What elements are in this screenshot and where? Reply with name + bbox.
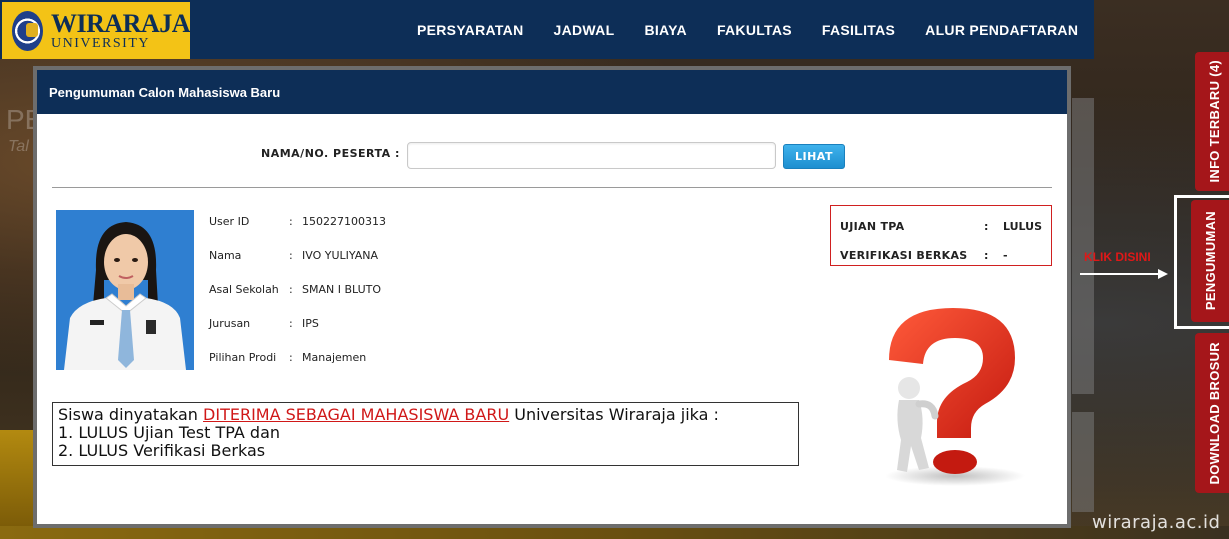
info-value: IVO YULIYANA	[302, 249, 379, 262]
nav-jadwal[interactable]: JADWAL	[539, 22, 630, 38]
status-value: -	[1003, 249, 1008, 262]
notice-line-3: 2. LULUS Verifikasi Berkas	[58, 441, 266, 460]
info-row-pilihan-prodi: Pilihan Prodi : Manajemen	[209, 351, 386, 385]
notice-highlight-link[interactable]: DITERIMA SEBAGAI MAHASISWA BARU	[203, 405, 509, 424]
info-separator: :	[289, 317, 293, 330]
nav-persyaratan[interactable]: PERSYARATAN	[402, 22, 539, 38]
lihat-button[interactable]: LIHAT	[783, 144, 845, 169]
info-separator: :	[289, 283, 293, 296]
info-value: SMAN I BLUTO	[302, 283, 382, 296]
info-row-nama: Nama : IVO YULIYANA	[209, 249, 386, 283]
question-mark-figure-icon	[885, 308, 1025, 486]
info-key: Asal Sekolah	[209, 283, 279, 296]
info-row-asal-sekolah: Asal Sekolah : SMAN I BLUTO	[209, 283, 386, 317]
main-nav: PERSYARATAN JADWAL BIAYA FAKULTAS FASILI…	[402, 0, 1093, 59]
participant-search-input[interactable]	[407, 142, 776, 169]
info-value: IPS	[302, 317, 319, 330]
tab-pengumuman-label: PENGUMUMAN	[1202, 211, 1218, 311]
tab-info-terbaru-label: INFO TERBARU (4)	[1206, 60, 1222, 183]
info-separator: :	[289, 215, 293, 228]
top-navbar: WIRARAJA UNIVERSITY PERSYARATAN JADWAL B…	[0, 0, 1094, 59]
status-value: LULUS	[1003, 220, 1043, 233]
notice-suffix: Universitas Wiraraja jika :	[509, 405, 719, 424]
nav-fakultas[interactable]: FAKULTAS	[702, 22, 807, 38]
status-separator: :	[984, 249, 989, 262]
background-subheading: Tal	[8, 138, 29, 155]
status-row-ujian-tpa: UJIAN TPA : LULUS	[840, 212, 1051, 241]
info-value: Manajemen	[302, 351, 367, 364]
notice-line-2: 1. LULUS Ujian Test TPA dan	[58, 423, 281, 442]
background-banner	[0, 430, 34, 530]
background-panel-lower	[1072, 412, 1094, 512]
info-separator: :	[289, 249, 293, 262]
info-row-jurusan: Jurusan : IPS	[209, 317, 386, 351]
status-box: UJIAN TPA : LULUS VERIFIKASI BERKAS : -	[830, 205, 1052, 266]
site-watermark: wiraraja.ac.id	[1092, 512, 1221, 533]
nav-biaya[interactable]: BIAYA	[629, 22, 702, 38]
tab-info-terbaru[interactable]: INFO TERBARU (4)	[1195, 52, 1229, 191]
status-key: UJIAN TPA	[840, 220, 905, 233]
divider	[52, 187, 1052, 188]
student-photo-image	[56, 210, 194, 370]
university-logo[interactable]: WIRARAJA UNIVERSITY	[2, 2, 191, 59]
student-photo	[56, 210, 194, 370]
modal-title: Pengumuman Calon Mahasiswa Baru	[49, 84, 281, 100]
tab-download-brosur[interactable]: DOWNLOAD BROSUR	[1195, 333, 1229, 493]
nav-alur-pendaftaran[interactable]: ALUR PENDAFTARAN	[910, 22, 1093, 38]
announcement-modal: Pengumuman Calon Mahasiswa Baru NAMA/NO.…	[33, 66, 1071, 528]
nav-fasilitas[interactable]: FASILITAS	[807, 22, 910, 38]
background-panel	[1072, 98, 1094, 394]
tab-download-brosur-label: DOWNLOAD BROSUR	[1206, 341, 1222, 485]
info-key: Jurusan	[209, 317, 251, 330]
klik-disini-callout: KLIK DISINI	[1084, 250, 1151, 264]
notice-line-1: Siswa dinyatakan DITERIMA SEBAGAI MAHASI…	[58, 406, 793, 424]
info-separator: :	[289, 351, 293, 364]
status-row-verifikasi-berkas: VERIFIKASI BERKAS : -	[840, 241, 1051, 270]
info-key: User ID	[209, 215, 250, 228]
logo-name: WIRARAJA	[51, 8, 191, 38]
arrow-right-icon	[1080, 269, 1168, 279]
status-separator: :	[984, 220, 989, 233]
info-key: Pilihan Prodi	[209, 351, 277, 364]
search-label: NAMA/NO. PESERTA :	[261, 147, 400, 160]
info-row-user-id: User ID : 150227100313	[209, 215, 386, 249]
university-emblem-icon	[12, 10, 43, 51]
info-key: Nama	[209, 249, 242, 262]
logo-text: WIRARAJA UNIVERSITY	[51, 8, 191, 51]
modal-header: Pengumuman Calon Mahasiswa Baru	[37, 70, 1067, 114]
info-value: 150227100313	[302, 215, 386, 228]
notice-prefix: Siswa dinyatakan	[58, 405, 204, 424]
tab-pengumuman[interactable]: PENGUMUMAN	[1191, 200, 1229, 322]
student-info: User ID : 150227100313 Nama : IVO YULIYA…	[209, 215, 386, 385]
logo-subtitle: UNIVERSITY	[51, 35, 150, 51]
acceptance-notice: Siswa dinyatakan DITERIMA SEBAGAI MAHASI…	[52, 402, 799, 466]
status-key: VERIFIKASI BERKAS	[840, 249, 968, 262]
